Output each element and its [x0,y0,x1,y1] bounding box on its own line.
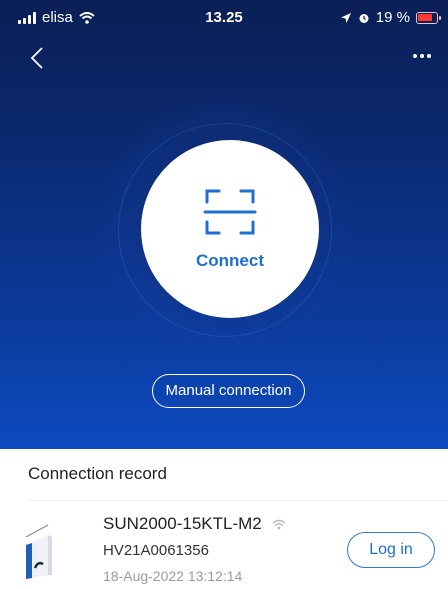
alarm-icon [359,13,369,23]
device-timestamp: 18-Aug-2022 13:12:14 [103,568,243,584]
status-bar: elisa 13.25 19 % [0,0,448,34]
list-item[interactable]: SUN2000-15KTL-M2 HV21A0061356 18-Aug-202… [0,503,448,589]
battery-percent: 19 % [375,9,410,26]
connect-hero: elisa 13.25 19 % Connect Manual connecti… [0,0,448,449]
device-serial: HV21A0061356 [103,542,209,559]
connect-label: Connect [196,251,264,270]
scan-frame-icon [203,189,257,235]
more-button[interactable] [410,46,434,66]
battery-icon [416,11,441,24]
log-in-button[interactable]: Log in [347,532,435,568]
section-title: Connection record [28,464,167,483]
connect-button[interactable]: Connect [141,140,319,318]
divider [28,500,448,501]
back-button[interactable] [26,44,50,72]
location-arrow-icon [340,12,351,23]
ellipsis-icon [413,54,431,58]
status-right: 19 % [340,9,441,26]
inverter-device-icon [25,524,52,579]
device-name: SUN2000-15KTL-M2 [103,514,286,534]
device-name-text: SUN2000-15KTL-M2 [103,514,262,533]
chevron-left-icon [30,47,43,69]
manual-connection-button[interactable]: Manual connection [152,374,305,408]
wifi-icon [273,519,286,530]
